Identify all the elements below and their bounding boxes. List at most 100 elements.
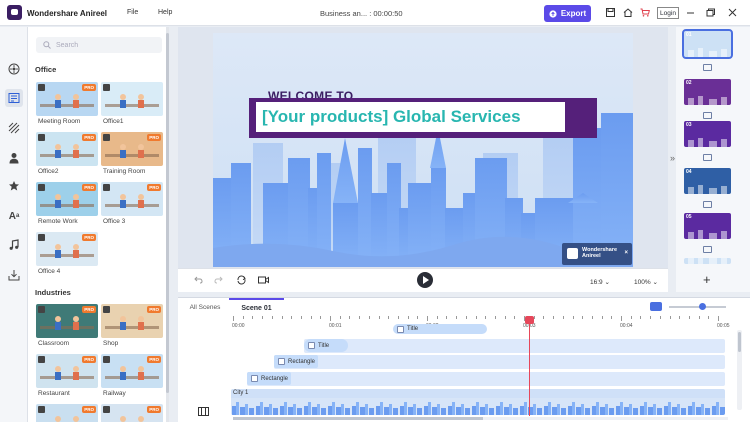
- close-icon[interactable]: [727, 7, 738, 18]
- template-thumb[interactable]: PRO: [101, 404, 163, 422]
- playhead[interactable]: [525, 316, 534, 416]
- ruler-tick: [446, 316, 448, 319]
- ruler-tick: [494, 316, 496, 319]
- transition-icon[interactable]: [703, 64, 712, 71]
- ruler-tick: [242, 316, 244, 319]
- left-rail: Aa: [0, 27, 28, 422]
- title-text[interactable]: [Your products] Global Services: [256, 102, 565, 132]
- track-clip-rectangle-2[interactable]: Rectangle: [247, 372, 291, 385]
- clip-label: Title: [318, 342, 330, 349]
- aspect-ratio-select[interactable]: 16:9 ⌄: [590, 278, 610, 286]
- template-thumb[interactable]: [101, 82, 163, 116]
- track-clip-background[interactable]: City 1: [231, 389, 725, 415]
- template-thumb[interactable]: PRO: [101, 132, 163, 166]
- track-clip-rectangle-1[interactable]: Rectangle: [274, 355, 318, 368]
- template-thumb[interactable]: PRO: [36, 182, 98, 216]
- timeline-zoom-slider[interactable]: [669, 306, 726, 308]
- template-label: Office2: [38, 168, 59, 175]
- watermark-logo-icon: [567, 248, 578, 259]
- template-icon[interactable]: [5, 89, 23, 107]
- play-button[interactable]: [417, 272, 433, 288]
- cart-icon[interactable]: [639, 7, 650, 18]
- prop-icon[interactable]: [7, 179, 21, 193]
- scene-icon[interactable]: [7, 62, 21, 76]
- undo-icon[interactable]: [194, 276, 203, 286]
- transition-icon[interactable]: [703, 246, 712, 253]
- timeline-zoom-handle[interactable]: [699, 303, 706, 310]
- ruler-tick: [611, 316, 613, 319]
- background-filmstrip: [231, 398, 725, 415]
- transition-icon[interactable]: [703, 112, 712, 119]
- aspect-ratio-value: 16:9: [590, 279, 603, 286]
- track-row-rectangle-2: [247, 372, 725, 386]
- clip-label: Title: [407, 326, 419, 332]
- music-icon[interactable]: [7, 238, 21, 252]
- ruler-tick: [281, 316, 283, 319]
- menu-file[interactable]: File: [127, 9, 138, 16]
- login-button[interactable]: Login: [657, 7, 679, 19]
- text-icon[interactable]: Aa: [7, 209, 21, 223]
- collapse-panel-icon[interactable]: »: [670, 153, 675, 163]
- template-thumb[interactable]: PRO: [36, 132, 98, 166]
- camera-icon[interactable]: [258, 276, 269, 286]
- tab-scene-01[interactable]: Scene 01: [229, 298, 284, 316]
- export-button[interactable]: Export: [544, 5, 591, 22]
- ruler-tick: [514, 316, 516, 319]
- transition-icon[interactable]: [703, 154, 712, 161]
- background-icon[interactable]: [7, 121, 21, 135]
- scene-thumb[interactable]: 02: [684, 79, 731, 105]
- template-thumb[interactable]: PRO: [101, 354, 163, 388]
- ruler-tick: [475, 316, 477, 319]
- template-thumb[interactable]: PRO: [36, 232, 98, 266]
- pro-badge: PRO: [82, 306, 96, 313]
- timeline-fit-icon[interactable]: [650, 302, 662, 311]
- scene-thumb[interactable]: 04: [684, 168, 731, 194]
- panel-scrollbar[interactable]: [166, 27, 169, 422]
- timeline-settings-icon[interactable]: [198, 407, 209, 418]
- scene-thumb[interactable]: 01: [682, 29, 733, 59]
- add-scene-button[interactable]: +: [703, 272, 711, 287]
- ruler-tick: [300, 316, 302, 319]
- pro-badge: PRO: [147, 134, 161, 141]
- search-placeholder: Search: [56, 41, 79, 49]
- timeline-horizontal-scrollbar[interactable]: [233, 417, 728, 420]
- template-thumb[interactable]: PRO: [36, 354, 98, 388]
- timeline-vertical-scrollbar[interactable]: [737, 330, 742, 410]
- minimize-icon[interactable]: [685, 7, 696, 18]
- home-icon[interactable]: [622, 7, 633, 18]
- menu-help[interactable]: Help: [158, 9, 172, 16]
- text-clip-icon: [397, 325, 404, 333]
- tab-all-scenes[interactable]: All Scenes: [184, 298, 226, 316]
- zoom-select[interactable]: 100% ⌄: [634, 278, 658, 286]
- track-clip-title-top[interactable]: Title: [393, 324, 487, 334]
- search-input[interactable]: Search: [36, 37, 162, 53]
- template-thumb[interactable]: PRO: [36, 404, 98, 422]
- scene-canvas[interactable]: [213, 33, 633, 267]
- redo-icon[interactable]: [214, 276, 223, 286]
- ruler-label: 00:04: [620, 323, 633, 329]
- ruler-tick: [640, 316, 642, 319]
- import-icon[interactable]: [7, 268, 21, 282]
- loop-icon[interactable]: [236, 275, 247, 287]
- watermark-close-icon[interactable]: ×: [624, 250, 628, 256]
- scene-thumb[interactable]: [684, 258, 731, 264]
- watermark[interactable]: Wondershare Anireel ×: [562, 243, 632, 265]
- character-icon[interactable]: [7, 151, 21, 165]
- restore-icon[interactable]: [705, 7, 716, 18]
- scene-thumb[interactable]: 05: [684, 213, 731, 239]
- ruler-tick: [582, 316, 584, 319]
- transition-icon[interactable]: [703, 201, 712, 208]
- scene-thumb[interactable]: 03: [684, 121, 731, 147]
- ruler-tick: [233, 316, 234, 321]
- template-thumb[interactable]: PRO: [101, 182, 163, 216]
- save-icon[interactable]: [605, 7, 616, 18]
- template-label: Meeting Room: [38, 118, 81, 125]
- template-thumb[interactable]: PRO: [36, 304, 98, 338]
- track-clip-title[interactable]: Title: [304, 339, 348, 352]
- ruler-tick: [368, 316, 370, 319]
- template-thumb[interactable]: PRO: [101, 304, 163, 338]
- scene-number: 01: [686, 32, 692, 38]
- scene-number: 04: [686, 169, 692, 175]
- ruler-tick: [659, 316, 661, 319]
- template-thumb[interactable]: PRO: [36, 82, 98, 116]
